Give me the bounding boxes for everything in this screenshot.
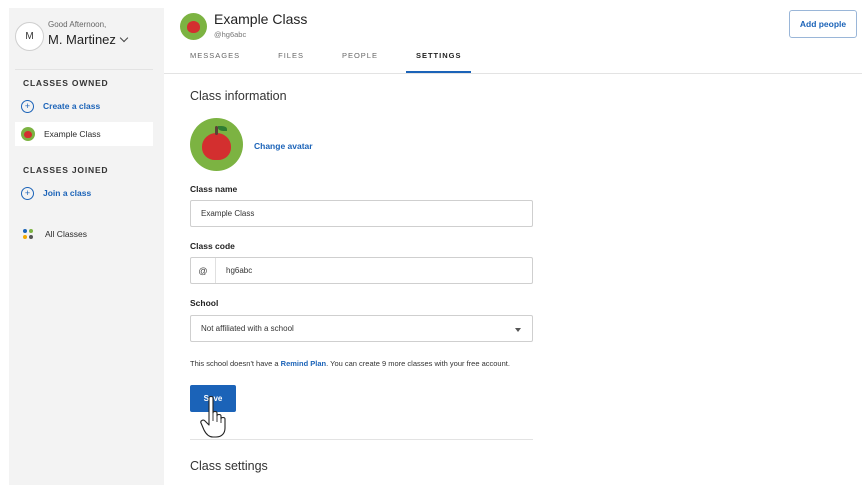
apple-leaf	[218, 126, 227, 131]
plan-note-text-end: . You can create 9 more classes with you…	[326, 359, 510, 368]
class-avatar-large[interactable]	[190, 118, 243, 171]
greeting-text: Good Afternoon,	[48, 20, 107, 29]
school-label: School	[190, 298, 219, 308]
hand-pointer-icon	[200, 395, 226, 438]
create-class-label: Create a class	[43, 101, 101, 111]
class-avatar-icon	[21, 127, 35, 141]
school-select[interactable]: Not affiliated with a school	[190, 315, 533, 342]
tab-settings[interactable]: SETTINGS	[405, 51, 472, 73]
class-name-field[interactable]: Example Class	[190, 200, 533, 227]
tab-messages[interactable]: MESSAGES	[190, 51, 240, 73]
class-handle: @hg6abc	[214, 30, 247, 39]
class-code-value: hg6abc	[226, 266, 253, 275]
join-class-link[interactable]: + Join a class	[15, 181, 153, 205]
plus-circle-icon: +	[21, 186, 34, 200]
class-information-title: Class information	[190, 89, 287, 103]
section-divider	[190, 439, 533, 440]
school-value: Not affiliated with a school	[201, 324, 294, 333]
add-people-button[interactable]: Add people	[789, 10, 857, 38]
dots-grid-icon	[23, 229, 35, 239]
change-avatar-link[interactable]: Change avatar	[254, 141, 313, 151]
sidebar-item-all-classes[interactable]: All Classes	[15, 222, 153, 246]
join-class-label: Join a class	[43, 188, 92, 198]
class-code-label: Class code	[190, 241, 235, 251]
sidebar-item-example-class[interactable]: Example Class	[15, 122, 153, 146]
apple-icon	[202, 133, 231, 160]
sidebar-divider	[15, 69, 153, 70]
plan-note: This school doesn't have a Remind Plan. …	[190, 358, 530, 370]
class-code-field[interactable]: @ hg6abc	[190, 257, 533, 284]
caret-down-icon	[515, 328, 521, 332]
at-prefix: @	[191, 258, 216, 283]
class-avatar	[180, 13, 207, 40]
header-divider	[164, 73, 862, 74]
avatar[interactable]: M	[15, 22, 44, 51]
plus-circle-icon: +	[21, 99, 34, 113]
chevron-down-icon	[119, 33, 129, 43]
plan-note-text: This school doesn't have a	[190, 359, 281, 368]
class-name-label: Class name	[190, 184, 238, 194]
classes-joined-heading: CLASSES JOINED	[23, 165, 109, 175]
remind-plan-link[interactable]: Remind Plan	[281, 359, 326, 368]
create-class-link[interactable]: + Create a class	[15, 94, 153, 118]
tab-files[interactable]: FILES	[278, 51, 304, 73]
sidebar: M Good Afternoon, M. Martinez CLASSES OW…	[9, 8, 164, 485]
user-name-dropdown[interactable]: M. Martinez	[48, 32, 129, 47]
class-settings-title: Class settings	[190, 459, 268, 473]
tab-people[interactable]: PEOPLE	[342, 51, 378, 73]
user-name: M. Martinez	[48, 32, 116, 47]
sidebar-item-label: Example Class	[44, 129, 101, 139]
class-name-value: Example Class	[201, 209, 255, 218]
page-title: Example Class	[214, 11, 308, 27]
sidebar-item-label: All Classes	[45, 229, 88, 239]
user-menu[interactable]: M Good Afternoon, M. Martinez	[9, 8, 164, 61]
tab-bar: MESSAGES FILES PEOPLE SETTINGS	[190, 51, 509, 73]
classes-owned-heading: CLASSES OWNED	[23, 78, 109, 88]
